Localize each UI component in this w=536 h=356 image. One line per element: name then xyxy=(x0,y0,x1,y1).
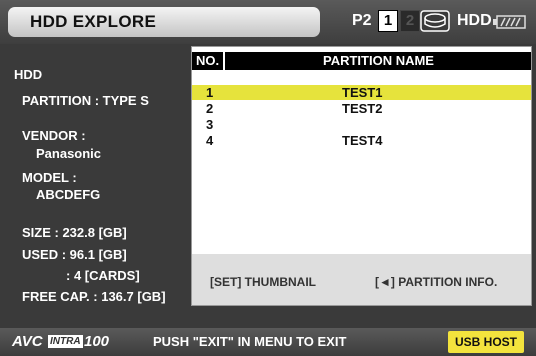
partition-number: 3 xyxy=(206,117,214,132)
slot-1-indicator: 1 xyxy=(378,10,398,32)
column-header-partition-name: PARTITION NAME xyxy=(323,53,434,68)
brand-avc: AVC xyxy=(12,333,43,350)
used-value: USED : 96.1 [GB] xyxy=(22,247,127,262)
disk-icon xyxy=(420,10,450,32)
battery-icon xyxy=(493,15,526,29)
slot-2-indicator: 2 xyxy=(400,10,420,32)
status-message: PUSH "EXIT" IN MENU TO EXIT xyxy=(153,334,347,349)
partition-type: PARTITION : TYPE S xyxy=(22,93,149,108)
usb-host-button[interactable]: USB HOST xyxy=(448,331,524,353)
partition-number: 4 xyxy=(206,133,214,148)
partition-number: 1 xyxy=(206,85,214,100)
hdd-label: HDD xyxy=(457,12,492,29)
partition-name: TEST1 xyxy=(342,85,383,100)
title-bar: HDD EXPLORE P2 1 2 HDD xyxy=(0,0,536,44)
partition-row[interactable]: 1 TEST1 xyxy=(192,85,531,100)
thumbnail-hint: [SET] THUMBNAIL xyxy=(210,275,316,289)
model-value: ABCDEFG xyxy=(36,187,101,202)
size-value: SIZE : 232.8 [GB] xyxy=(22,225,127,240)
partition-number: 2 xyxy=(206,101,214,116)
partition-row[interactable]: 4 TEST4 xyxy=(192,133,531,148)
page-title: HDD EXPLORE xyxy=(30,12,157,31)
list-header: NO. PARTITION NAME xyxy=(192,52,531,70)
column-header-no: NO. xyxy=(196,53,220,68)
vendor-label: VENDOR : xyxy=(22,128,86,143)
partition-name: TEST2 xyxy=(342,101,383,116)
partition-name: TEST4 xyxy=(342,133,383,148)
brand-intra: INTRA xyxy=(48,335,83,348)
model-label: MODEL : xyxy=(22,170,77,185)
list-footer: [SET] THUMBNAIL [◄] PARTITION INFO. xyxy=(192,254,531,305)
partition-row[interactable]: 2 TEST2 xyxy=(192,101,531,116)
partition-row[interactable]: 3 xyxy=(192,117,531,132)
device-label: HDD xyxy=(14,67,43,82)
free-capacity-value: FREE CAP. : 136.7 [GB] xyxy=(22,289,166,304)
partition-info-hint: [◄] PARTITION INFO. xyxy=(375,275,498,289)
p2-slot-label: P2 xyxy=(352,12,372,29)
header-divider xyxy=(223,52,225,70)
partition-list-window: NO. PARTITION NAME 1 TEST1 2 TEST2 3 4 T… xyxy=(191,46,532,306)
used-cards-value: : 4 [CARDS] xyxy=(66,268,140,283)
brand-number: 100 xyxy=(84,333,110,350)
vendor-value: Panasonic xyxy=(36,146,102,161)
